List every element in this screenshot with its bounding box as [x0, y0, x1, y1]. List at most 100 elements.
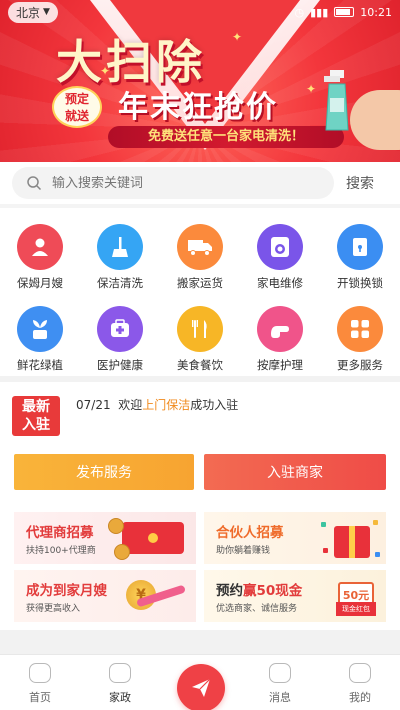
card-subtitle: 获得更高收入 — [26, 604, 81, 614]
plant-icon — [17, 306, 63, 352]
hero-banner[interactable]: 北京 ▼ ◷ ▮▮▮ 10:21 ✦ ✦ ✦ 大扫除 预定 就送 年末狂抢价 免… — [0, 0, 400, 162]
service-food[interactable]: 美食餐饮 — [164, 306, 236, 373]
battery-icon — [334, 7, 355, 17]
washing-machine-icon — [257, 224, 303, 270]
red-envelope-icon — [122, 522, 184, 554]
card-partner-recruit[interactable]: 合伙人招募 助你躺着赚钱 — [204, 512, 386, 564]
confetti-icon — [373, 520, 378, 525]
lock-icon — [337, 224, 383, 270]
service-label: 更多服务 — [337, 358, 383, 372]
publish-service-button[interactable]: 发布服务 — [14, 454, 194, 490]
search-input[interactable] — [52, 175, 312, 191]
confetti-icon — [375, 552, 380, 557]
banner-subline: 年末狂抢价 — [118, 90, 278, 125]
card-subtitle: 优选商家、诚信服务 — [216, 604, 298, 614]
tab-label: 家政 — [109, 691, 131, 704]
tab-home[interactable]: 首页 — [10, 663, 70, 705]
card-become-nanny[interactable]: 成为到家月嫂 获得更高收入 ¥ — [14, 570, 196, 622]
card-title: 预约赢50现金 — [216, 579, 302, 599]
service-more[interactable]: 更多服务 — [324, 306, 396, 373]
service-label: 保姆月嫂 — [17, 276, 63, 290]
service-label: 搬家运货 — [177, 276, 223, 290]
service-massage[interactable]: 按摩护理 — [244, 306, 316, 373]
service-appliance-repair[interactable]: 家电维修 — [244, 224, 316, 291]
tab-housekeeping[interactable]: 家政 — [90, 663, 150, 705]
tab-messages[interactable]: 消息 — [250, 663, 310, 705]
truck-icon — [177, 224, 223, 270]
paper-plane-icon — [192, 678, 211, 697]
card-booking-cash[interactable]: 预约赢50现金 优选商家、诚信服务 50元 现金红包 — [204, 570, 386, 622]
join-merchant-button[interactable]: 入驻商家 — [204, 454, 386, 490]
banner-badge: 预定 就送 — [52, 86, 102, 128]
service-medical[interactable]: 医护健康 — [84, 306, 156, 373]
status-bar: 北京 ▼ ◷ ▮▮▮ 10:21 — [0, 0, 400, 24]
card-subtitle: 扶持100+代理商 — [26, 546, 96, 556]
coin-icon — [114, 544, 130, 560]
tab-profile[interactable]: 我的 — [330, 663, 390, 705]
card-title: 代理商招募 — [26, 525, 94, 541]
news-badge-line2: 入驻 — [22, 417, 50, 433]
service-label: 美食餐饮 — [177, 358, 223, 372]
broom-icon — [97, 224, 143, 270]
service-cleaning[interactable]: 保洁清洗 — [84, 224, 156, 291]
news-ticker[interactable]: 最新 入驻 07/21 欢迎上门保洁成功入驻 — [0, 382, 400, 444]
banner-badge-line2: 就送 — [64, 109, 89, 123]
confetti-icon — [321, 522, 326, 527]
sparkle-icon: ✦ — [232, 30, 243, 44]
news-prefix: 欢迎 — [118, 398, 143, 412]
service-label: 家电维修 — [257, 276, 303, 290]
message-icon — [269, 663, 291, 683]
news-text: 07/21 欢迎上门保洁成功入驻 — [76, 396, 238, 413]
signal-icon: ▮▮▮ — [310, 5, 329, 19]
promo-cards: 代理商招募 扶持100+代理商 合伙人招募 助你躺着赚钱 成为到家月嫂 获得更高… — [0, 504, 400, 630]
home-icon — [29, 663, 51, 683]
banner-promo: 免费送任意一台家电清洗！ — [108, 126, 344, 148]
card-subtitle: 助你躺着赚钱 — [216, 546, 271, 556]
tab-label: 我的 — [349, 691, 371, 704]
card-title-prefix: 预约 — [216, 583, 243, 599]
news-badge: 最新 入驻 — [12, 396, 60, 436]
chevron-down-icon: ▼ — [43, 7, 50, 17]
tab-label: 首页 — [29, 691, 51, 704]
coin-icon — [108, 518, 124, 534]
service-flowers[interactable]: 鲜花绿植 — [4, 306, 76, 373]
city-selector[interactable]: 北京 ▼ — [8, 1, 58, 23]
massage-hand-icon — [257, 306, 303, 352]
housekeeping-icon — [109, 663, 131, 683]
profile-icon — [349, 663, 371, 683]
card-agent-recruit[interactable]: 代理商招募 扶持100+代理商 — [14, 512, 196, 564]
card-title: 合伙人招募 — [216, 525, 284, 541]
service-grid: 保姆月嫂 保洁清洗 搬家运货 家电维修 开锁换锁 鲜花绿植 医护健康 美食餐饮 … — [0, 204, 400, 376]
news-badge-line1: 最新 — [22, 399, 50, 415]
service-label: 按摩护理 — [257, 358, 303, 372]
news-highlight: 上门保洁 — [142, 398, 191, 412]
service-label: 开锁换锁 — [337, 276, 383, 290]
service-label: 医护健康 — [97, 358, 143, 372]
service-locksmith[interactable]: 开锁换锁 — [324, 224, 396, 291]
confetti-icon — [323, 548, 328, 553]
city-label: 北京 — [16, 5, 41, 20]
service-nanny[interactable]: 保姆月嫂 — [4, 224, 76, 291]
action-row: 发布服务 入驻商家 — [0, 444, 400, 504]
service-moving[interactable]: 搬家运货 — [164, 224, 236, 291]
banner-badge-line1: 预定 — [64, 92, 89, 106]
alarm-icon: ◷ — [294, 5, 305, 19]
service-label: 保洁清洗 — [97, 276, 143, 290]
card-title-highlight: 赢50现金 — [243, 583, 303, 599]
search-button[interactable]: 搜索 — [346, 173, 374, 193]
gift-box-icon — [334, 526, 370, 558]
search-icon — [27, 176, 42, 191]
news-date: 07/21 — [76, 398, 111, 412]
search-box[interactable] — [12, 167, 334, 199]
nanny-icon — [17, 224, 63, 270]
card-title: 成为到家月嫂 — [26, 583, 107, 599]
publish-fab-button[interactable] — [177, 664, 225, 710]
service-label: 鲜花绿植 — [17, 358, 63, 372]
tab-label: 消息 — [269, 691, 291, 704]
spray-bottle-icon — [324, 70, 349, 131]
fork-knife-icon — [177, 306, 223, 352]
sparkle-icon: ✦ — [306, 82, 317, 96]
red-packet-label: 现金红包 — [336, 602, 376, 616]
search-row: 搜索 — [0, 162, 400, 204]
news-suffix: 成功入驻 — [190, 398, 239, 412]
